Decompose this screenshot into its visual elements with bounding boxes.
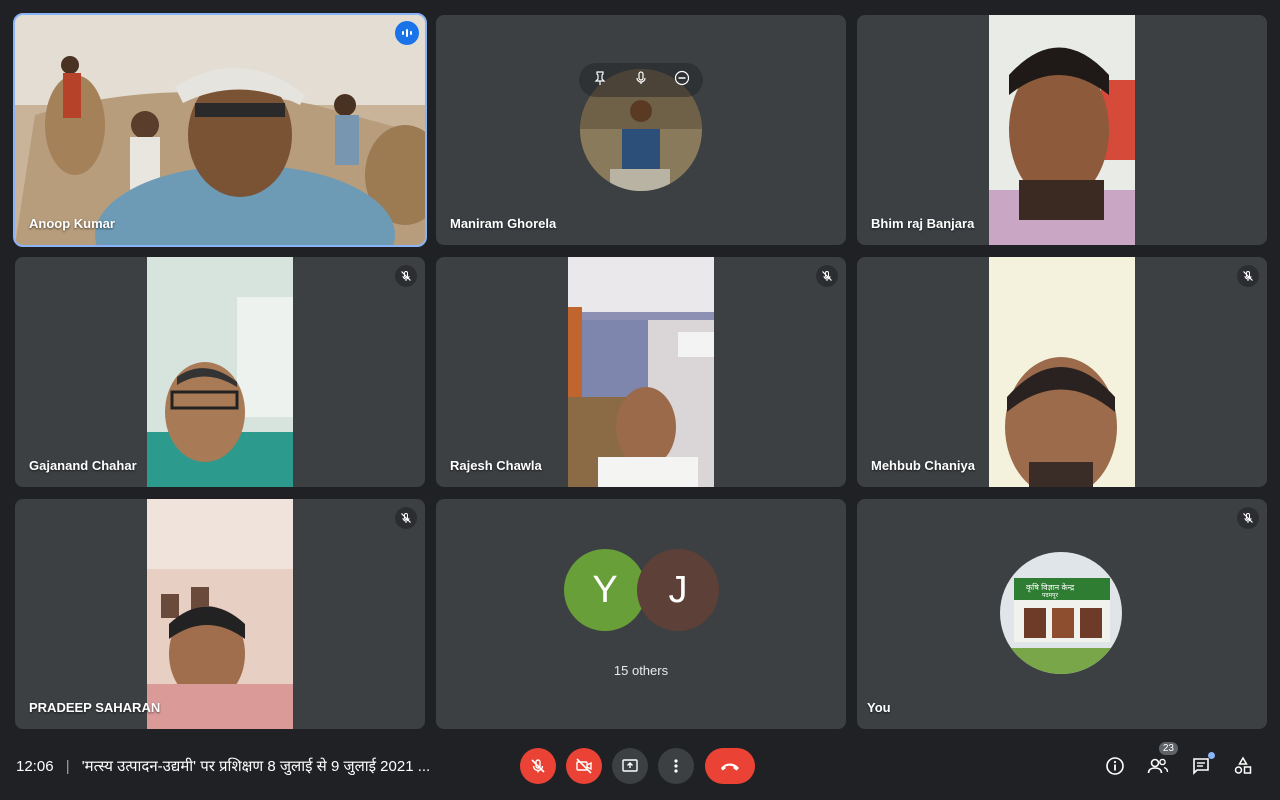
- kvk-sign-subtext: पदमपुर: [1042, 593, 1059, 599]
- tile-hover-controls: [579, 63, 703, 97]
- participant-tile-rajesh-chawla[interactable]: Rajesh Chawla: [436, 257, 846, 487]
- hang-up-icon: [721, 763, 739, 771]
- mic-off-icon: [1237, 265, 1259, 287]
- remove-icon[interactable]: [674, 70, 690, 91]
- more-vert-icon: [674, 759, 678, 773]
- participant-name: PRADEEP SAHARAN: [29, 700, 161, 715]
- participant-name: Gajanand Chahar: [29, 458, 137, 473]
- camera-toggle-button[interactable]: [566, 748, 602, 784]
- people-button[interactable]: 23: [1144, 742, 1178, 780]
- present-screen-button[interactable]: [612, 748, 648, 784]
- mic-off-icon: [816, 265, 838, 287]
- mic-off-icon: [531, 759, 545, 773]
- leave-call-button[interactable]: [705, 748, 755, 784]
- participant-name: You: [867, 700, 891, 715]
- others-count-label: 15 others: [613, 663, 669, 678]
- participant-name: Maniram Ghorela: [450, 216, 557, 231]
- chat-icon: [1193, 758, 1209, 775]
- participant-name: Mehbub Chaniya: [871, 458, 976, 473]
- participant-video: [989, 15, 1135, 245]
- more-options-button[interactable]: [658, 748, 694, 784]
- participant-tile-bhim-raj-banjara[interactable]: Bhim raj Banjara: [857, 15, 1267, 245]
- meeting-title: 'मत्स्य उत्पादन-उद्यमी' पर प्रशिक्षण 8 ज…: [81, 758, 431, 775]
- chat-button[interactable]: [1187, 752, 1215, 780]
- activities-icon: [1234, 756, 1252, 774]
- participant-tile-anoop-kumar[interactable]: Anoop Kumar: [13, 13, 427, 247]
- present-icon: [622, 759, 638, 772]
- meeting-info: 12:06 | 'मत्स्य उत्पादन-उद्यमी' पर प्रशि…: [16, 756, 430, 776]
- pin-icon[interactable]: [592, 70, 608, 91]
- chat-notification-dot: [1208, 752, 1215, 759]
- microphone-toggle-button[interactable]: [520, 748, 556, 784]
- mic-off-icon: [395, 507, 417, 529]
- participant-video: [147, 499, 293, 729]
- clock-time: 12:06: [16, 758, 54, 775]
- participant-video: [568, 257, 714, 487]
- activities-button[interactable]: [1229, 752, 1257, 780]
- people-icon: [1147, 758, 1169, 774]
- others-tile[interactable]: Y J 15 others: [436, 499, 846, 729]
- camera-off-icon: [576, 758, 592, 774]
- participant-tile-maniram-ghorela[interactable]: Maniram Ghorela: [436, 15, 846, 245]
- participant-name: Anoop Kumar: [29, 216, 115, 231]
- mic-off-icon: [395, 265, 417, 287]
- mic-icon[interactable]: [633, 70, 649, 91]
- avatar-letter-j: J: [637, 549, 719, 631]
- separator: |: [65, 758, 70, 775]
- participant-name: Bhim raj Banjara: [871, 216, 975, 231]
- participant-name: Rajesh Chawla: [450, 458, 542, 473]
- participant-video: [147, 257, 293, 487]
- info-icon: [1106, 757, 1124, 775]
- meeting-details-button[interactable]: [1101, 752, 1129, 780]
- avatar-letter-y: Y: [564, 549, 646, 631]
- participant-tile-gajanand-chahar[interactable]: Gajanand Chahar: [15, 257, 425, 487]
- participant-video: [15, 15, 425, 245]
- mic-off-icon: [1237, 507, 1259, 529]
- participant-video: [989, 257, 1135, 487]
- speaking-indicator-icon: [395, 21, 419, 45]
- self-avatar: कृषि विज्ञान केन्द्र पदमपुर: [1000, 552, 1122, 674]
- participant-tile-pradeep-saharan[interactable]: PRADEEP SAHARAN: [15, 499, 425, 729]
- participant-tile-mehbub-chaniya[interactable]: Mehbub Chaniya: [857, 257, 1267, 487]
- participant-tile-you[interactable]: कृषि विज्ञान केन्द्र पदमपुर You: [857, 499, 1267, 729]
- bottom-control-bar: 12:06 | 'मत्स्य उत्पादन-उद्यमी' पर प्रशि…: [0, 740, 1280, 800]
- people-count-badge: 23: [1158, 742, 1178, 755]
